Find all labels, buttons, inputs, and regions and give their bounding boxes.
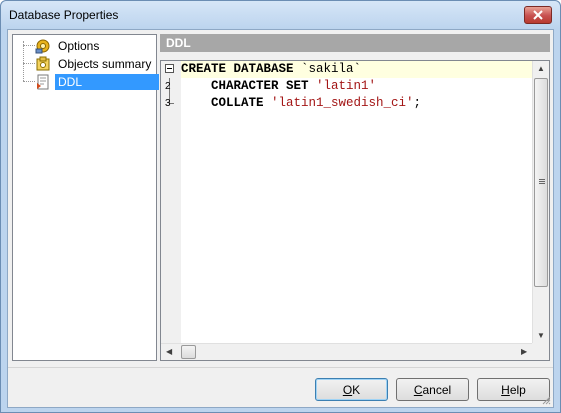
tree-item-objects-summary[interactable]: Objects summary: [35, 55, 154, 73]
code-token: `sakila`: [301, 62, 362, 76]
code-token: 'latin1_swedish_ci': [271, 96, 414, 110]
tree-item-label: Options: [58, 39, 100, 53]
grip-line: [539, 179, 545, 180]
window-title: Database Properties: [9, 8, 119, 22]
code-token: CREATE DATABASE: [181, 62, 302, 76]
ok-button[interactable]: OK: [315, 378, 388, 401]
objects-summary-icon: [36, 56, 50, 71]
cancel-button[interactable]: Cancel: [396, 378, 469, 401]
line-number: 2: [165, 81, 171, 92]
code-line: CHARACTER SET 'latin1': [181, 78, 533, 95]
tree-connector: [23, 41, 24, 81]
tree-item-ddl[interactable]: DDL: [35, 73, 159, 91]
navigation-tree: Options Objects summary DDL: [12, 34, 159, 361]
cancel-button-label: ancel: [422, 382, 452, 397]
footer-divider: [8, 367, 553, 368]
vertical-scrollbar[interactable]: ▲ ▼: [532, 61, 549, 344]
help-button-label: elp: [509, 382, 526, 397]
grip-line: [539, 181, 545, 182]
horizontal-scrollbar[interactable]: ◀ ▶: [161, 343, 533, 360]
scroll-right-icon[interactable]: ▶: [521, 347, 527, 356]
line-number: 3: [165, 98, 171, 109]
code-token: ;: [413, 96, 422, 110]
tree-connector: [23, 45, 35, 46]
line-number-gutter: 2 3: [161, 61, 181, 344]
ok-button-label: K: [352, 382, 361, 397]
code-line: CREATE DATABASE `sakila`: [181, 61, 533, 78]
tree-connector: [23, 63, 35, 64]
database-properties-dialog: Database Properties Options Objects summ…: [0, 0, 561, 413]
grip-line: [539, 183, 545, 184]
tree-item-options[interactable]: Options: [35, 37, 102, 55]
scroll-down-icon[interactable]: ▼: [537, 331, 545, 340]
title-bar[interactable]: Database Properties: [1, 1, 560, 29]
code-area[interactable]: CREATE DATABASE `sakila` CHARACTER SET '…: [181, 61, 533, 344]
tree-item-label: DDL: [55, 74, 159, 90]
scroll-left-icon[interactable]: ◀: [166, 347, 172, 356]
close-icon: [533, 10, 543, 20]
ddl-panel: DDL 2 3 CREATE DATABASE `sakila` CHARACT…: [160, 34, 550, 361]
fold-toggle-icon[interactable]: [165, 64, 174, 73]
scrollbar-corner: [532, 343, 549, 360]
resize-grip-icon[interactable]: [541, 395, 551, 405]
code-token: CHARACTER SET: [181, 79, 317, 93]
sql-editor[interactable]: 2 3 CREATE DATABASE `sakila` CHARACTER S…: [160, 60, 550, 361]
dialog-client-area: Options Objects summary DDL DDL 2 3 CREA…: [7, 29, 554, 408]
ddl-icon: [37, 74, 49, 90]
horizontal-scroll-thumb[interactable]: [181, 345, 196, 359]
tree-item-label: Objects summary: [58, 57, 152, 71]
tree-connector: [23, 81, 35, 82]
code-token: COLLATE: [181, 96, 272, 110]
close-button[interactable]: [524, 6, 552, 24]
help-button-accel: H: [501, 382, 510, 397]
panel-header: DDL: [160, 34, 550, 52]
code-line: COLLATE 'latin1_swedish_ci';: [181, 95, 533, 112]
code-token: 'latin1': [316, 79, 377, 93]
scroll-up-icon[interactable]: ▲: [537, 64, 545, 73]
vertical-scroll-thumb[interactable]: [534, 78, 548, 287]
help-button[interactable]: Help: [477, 378, 550, 401]
cancel-button-accel: C: [413, 382, 423, 397]
options-icon: [35, 39, 50, 54]
ok-button-accel: O: [342, 382, 353, 397]
